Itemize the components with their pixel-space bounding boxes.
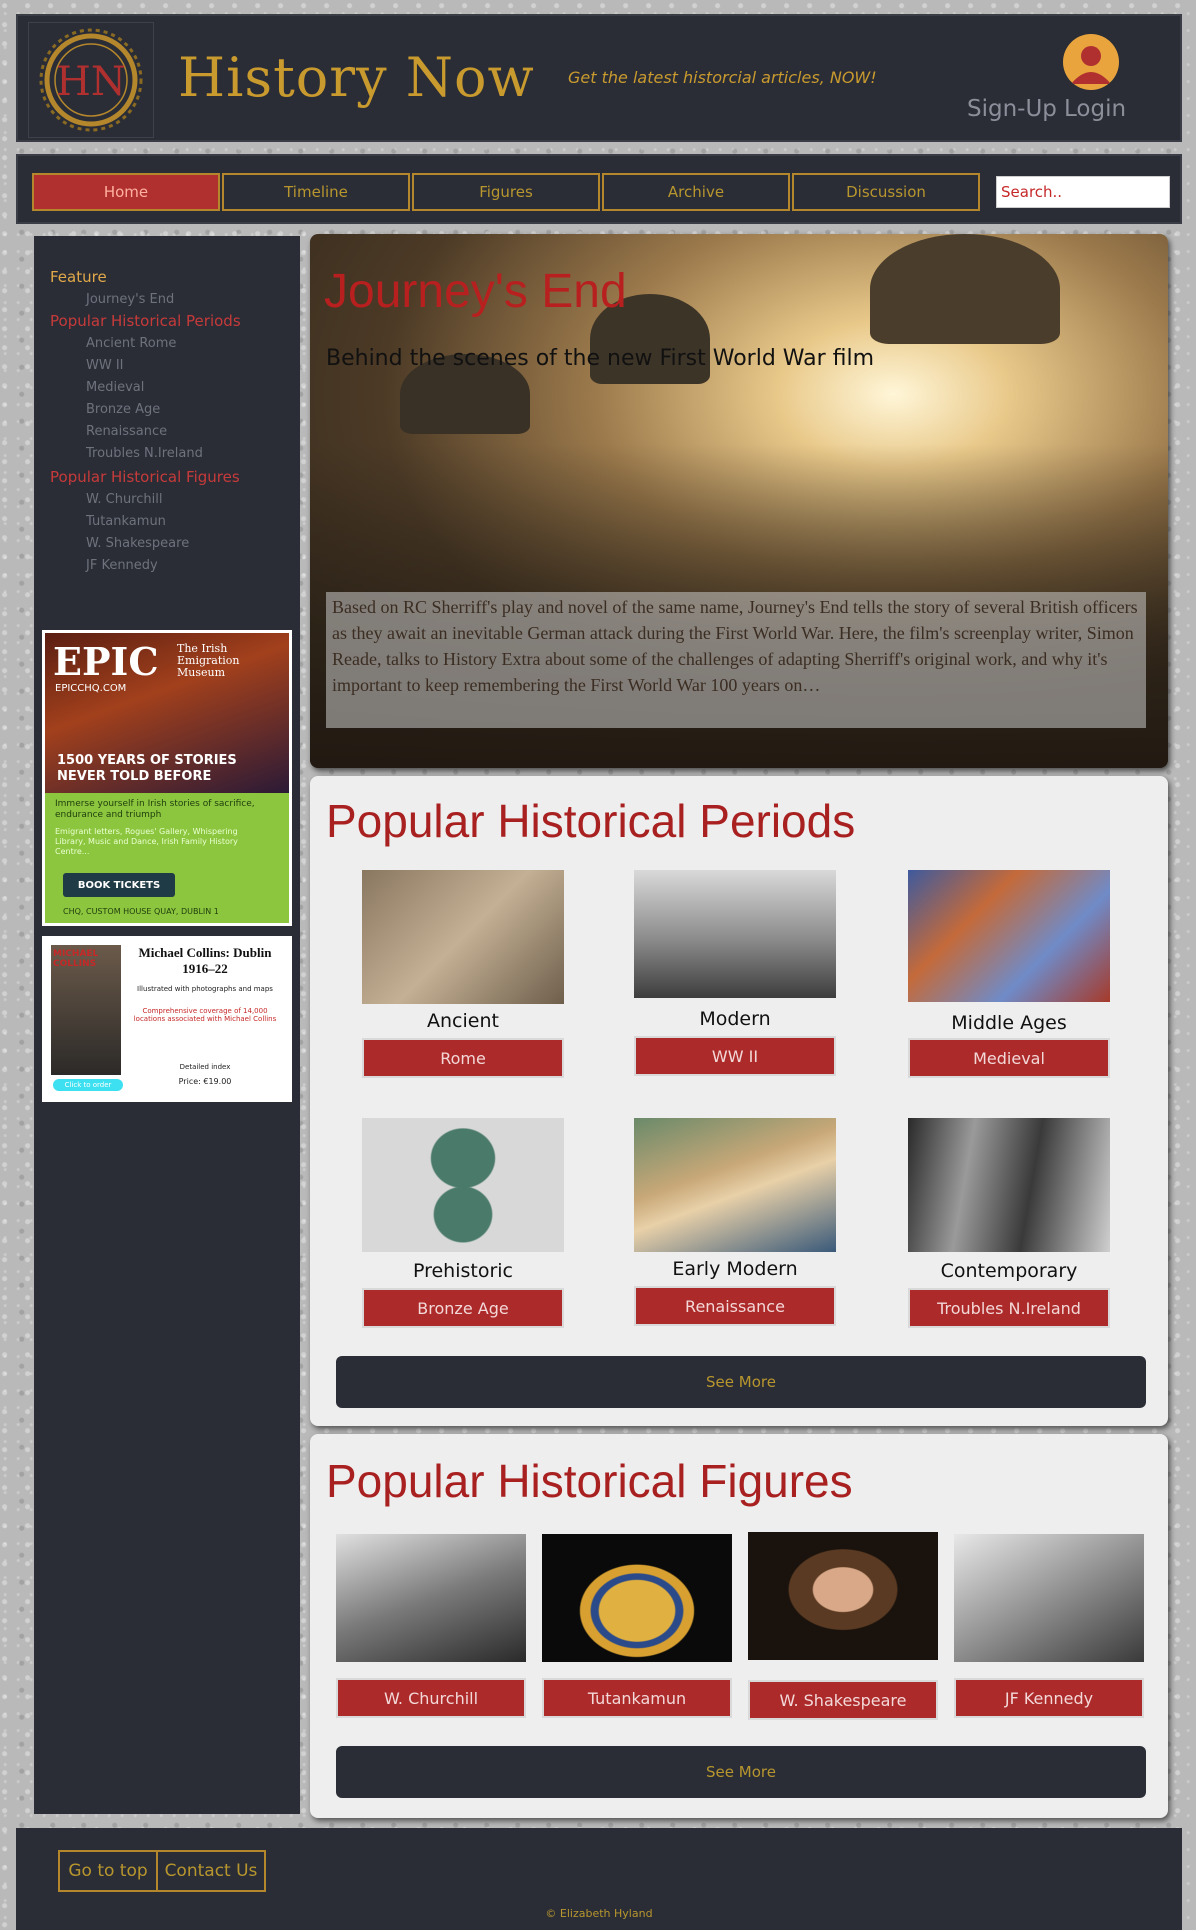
feature-title[interactable]: Journey's End — [324, 264, 627, 319]
ad-epic-address: CHQ, CUSTOM HOUSE QUAY, DUBLIN 1 — [63, 907, 219, 916]
book-price: Price: €19.00 — [178, 1077, 232, 1086]
period-caption-ancient: Ancient — [427, 1010, 499, 1032]
book-tickets-button[interactable]: BOOK TICKETS — [63, 873, 175, 897]
main-nav: Home Timeline Figures Archive Discussion — [16, 154, 1182, 224]
ad-epic-body: Immerse yourself in Irish stories of sac… — [55, 799, 255, 820]
sidebar-item-ancient-rome[interactable]: Ancient Rome — [86, 336, 176, 351]
periods-see-more-button[interactable]: See More — [336, 1356, 1146, 1408]
period-caption-modern: Modern — [699, 1008, 771, 1030]
figure-thumb-shakespeare[interactable] — [748, 1532, 938, 1660]
figure-button-tutankamun[interactable]: Tutankamun — [542, 1678, 732, 1718]
nav-timeline[interactable]: Timeline — [222, 173, 410, 211]
nav-figures[interactable]: Figures — [412, 173, 600, 211]
period-thumb-early-modern[interactable] — [634, 1118, 836, 1252]
sidebar-heading-figures[interactable]: Popular Historical Figures — [50, 468, 240, 486]
epic-museum-ad[interactable]: EPIC The Irish Emigration Museum EPICCHQ… — [42, 630, 292, 926]
period-caption-prehistoric: Prehistoric — [412, 1260, 514, 1282]
sidebar: Feature Journey's End Popular Historical… — [34, 236, 300, 1814]
sidebar-item-ww2[interactable]: WW II — [86, 358, 124, 373]
go-to-top-button[interactable]: Go to top — [58, 1850, 158, 1892]
figures-see-more-button[interactable]: See More — [336, 1746, 1146, 1798]
figure-thumb-kennedy[interactable] — [954, 1534, 1144, 1662]
period-button-troubles[interactable]: Troubles N.Ireland — [908, 1288, 1110, 1328]
period-caption-middle-ages: Middle Ages — [951, 1012, 1067, 1034]
book-cover-text: MICHAEL COLLINS — [53, 949, 99, 969]
period-thumb-ancient[interactable] — [362, 870, 564, 1004]
period-button-bronze-age[interactable]: Bronze Age — [362, 1288, 564, 1328]
period-button-medieval[interactable]: Medieval — [908, 1038, 1110, 1078]
figure-button-churchill[interactable]: W. Churchill — [336, 1678, 526, 1718]
site-footer: Go to top Contact Us © Elizabeth Hyland — [16, 1828, 1182, 1930]
user-avatar-icon[interactable] — [1063, 34, 1119, 90]
sidebar-item-renaissance[interactable]: Renaissance — [86, 424, 167, 439]
period-caption-early-modern: Early Modern — [672, 1258, 798, 1280]
sidebar-item-journeys-end[interactable]: Journey's End — [86, 292, 174, 307]
nav-archive[interactable]: Archive — [602, 173, 790, 211]
feature-description: Based on RC Sherriff's play and novel of… — [326, 592, 1146, 728]
logo-emblem-icon: HN — [39, 28, 143, 132]
period-button-rome[interactable]: Rome — [362, 1038, 564, 1078]
ad-epic-body2: Emigrant letters, Rogues' Gallery, Whisp… — [55, 827, 238, 856]
sidebar-heading-periods[interactable]: Popular Historical Periods — [50, 312, 241, 330]
sidebar-item-tutankamun[interactable]: Tutankamun — [86, 514, 166, 529]
sidebar-item-troubles[interactable]: Troubles N.Ireland — [86, 446, 203, 461]
ad-epic-url: EPICCHQ.COM — [55, 683, 127, 694]
login-link[interactable]: Login — [1064, 96, 1126, 122]
period-button-ww2[interactable]: WW II — [634, 1036, 836, 1076]
sidebar-item-churchill[interactable]: W. Churchill — [86, 492, 162, 507]
search-input[interactable] — [996, 176, 1170, 208]
period-thumb-modern[interactable] — [634, 870, 836, 998]
feature-article[interactable]: Journey's End Behind the scenes of the n… — [310, 234, 1168, 768]
period-button-renaissance[interactable]: Renaissance — [634, 1286, 836, 1326]
figure-button-shakespeare[interactable]: W. Shakespeare — [748, 1680, 938, 1720]
click-to-order-button[interactable]: Click to order — [53, 1079, 123, 1091]
sidebar-item-medieval[interactable]: Medieval — [86, 380, 144, 395]
site-title: History Now — [178, 46, 535, 109]
book-title: Michael Collins: Dublin 1916–22 — [138, 945, 272, 976]
copyright-text: © Elizabeth Hyland — [545, 1907, 653, 1920]
logo[interactable]: HN — [28, 22, 154, 138]
ad-epic-headline: 1500 YEARS OF STORIES NEVER TOLD BEFORE — [57, 753, 237, 784]
periods-title: Popular Historical Periods — [326, 795, 856, 847]
ad-epic-title: EPIC — [53, 639, 159, 684]
site-tagline: Get the latest historcial articles, NOW! — [568, 68, 877, 87]
period-thumb-contemporary[interactable] — [908, 1118, 1110, 1252]
nav-home[interactable]: Home — [32, 173, 220, 211]
feature-subtitle: Behind the scenes of the new First World… — [326, 346, 875, 371]
contact-us-button[interactable]: Contact Us — [156, 1850, 266, 1892]
sidebar-item-shakespeare[interactable]: W. Shakespeare — [86, 536, 189, 551]
michael-collins-book-ad[interactable]: MICHAEL COLLINS Michael Collins: Dublin … — [42, 936, 292, 1102]
popular-figures-section: Popular Historical Figures W. Churchill … — [310, 1434, 1168, 1818]
figure-thumb-churchill[interactable] — [336, 1534, 526, 1662]
figure-button-kennedy[interactable]: JF Kennedy — [954, 1678, 1144, 1718]
period-thumb-prehistoric[interactable] — [362, 1118, 564, 1252]
book-line1: Illustrated with photographs and maps — [137, 985, 273, 993]
period-thumb-middle-ages[interactable] — [908, 870, 1110, 1002]
popular-periods-section: Popular Historical Periods Ancient Rome … — [310, 776, 1168, 1426]
signup-link[interactable]: Sign-Up — [967, 96, 1057, 122]
book-line3: Detailed index — [179, 1063, 231, 1071]
logo-text: HN — [56, 59, 126, 105]
ad-epic-subtitle: The Irish Emigration Museum — [177, 642, 240, 679]
soldier-helmet-image — [870, 234, 1060, 344]
sidebar-item-kennedy[interactable]: JF Kennedy — [86, 558, 158, 573]
figure-thumb-tutankamun[interactable] — [542, 1534, 732, 1662]
figures-title: Popular Historical Figures — [326, 1455, 853, 1507]
book-line2: Comprehensive coverage of 14,000 locatio… — [133, 1007, 277, 1023]
site-header: HN History Now Get the latest historcial… — [16, 14, 1182, 142]
sidebar-heading-feature[interactable]: Feature — [50, 268, 107, 286]
nav-discussion[interactable]: Discussion — [792, 173, 980, 211]
sidebar-item-bronze-age[interactable]: Bronze Age — [86, 402, 160, 417]
period-caption-contemporary: Contemporary — [940, 1260, 1078, 1282]
